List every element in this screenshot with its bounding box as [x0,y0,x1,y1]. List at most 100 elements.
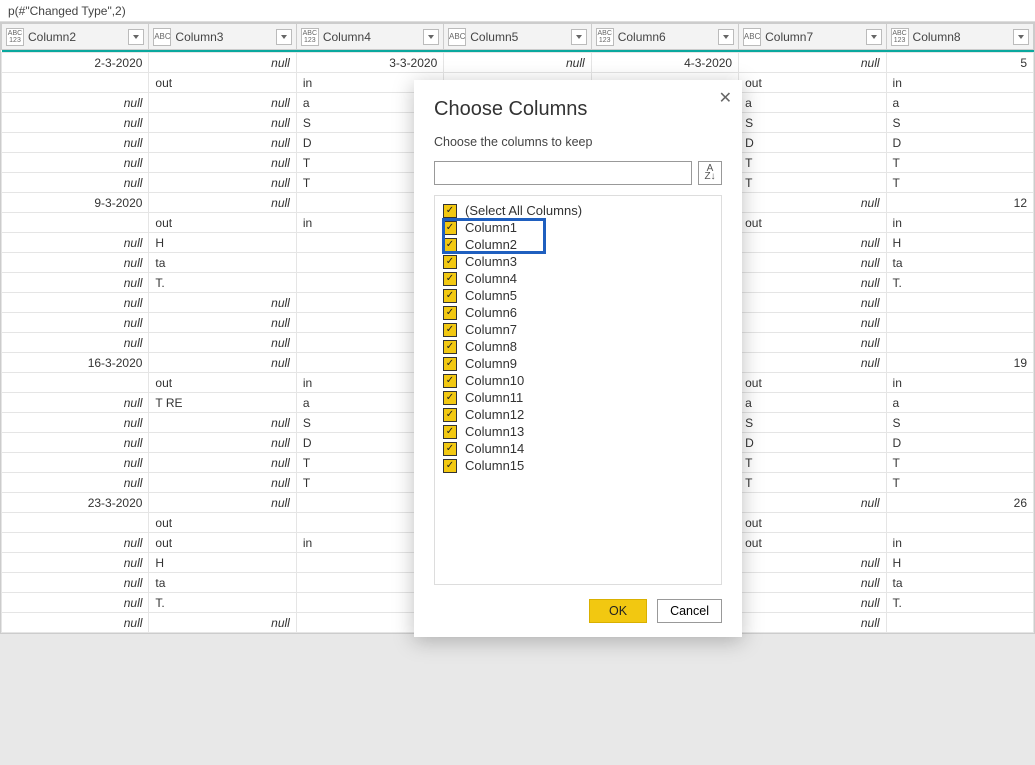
table-cell[interactable]: null [2,433,149,453]
table-cell[interactable]: null [739,313,886,333]
table-cell[interactable]: null [149,153,296,173]
table-cell[interactable]: null [739,573,886,593]
table-cell[interactable] [886,613,1033,633]
table-row[interactable]: 2-3-2020null3-3-2020null4-3-2020null5 [2,53,1034,73]
table-cell[interactable]: out [149,373,296,393]
table-cell[interactable]: null [2,553,149,573]
checkbox-checked-icon[interactable] [443,459,457,473]
table-cell[interactable]: H [886,553,1033,573]
table-cell[interactable]: null [739,613,886,633]
table-cell[interactable]: D [739,433,886,453]
table-cell[interactable]: out [739,73,886,93]
column-list[interactable]: (Select All Columns) Column1Column2Colum… [434,195,722,585]
column-item[interactable]: Column10 [443,372,713,389]
text-type-icon[interactable]: ABC [448,28,466,46]
search-input[interactable] [434,161,692,185]
table-cell[interactable]: null [2,533,149,553]
table-cell[interactable]: S [886,413,1033,433]
table-cell[interactable]: T. [149,273,296,293]
any-type-icon[interactable]: ABC123 [301,28,319,46]
table-cell[interactable]: 23-3-2020 [2,493,149,513]
column-header[interactable]: ABCColumn7 [739,24,886,50]
table-cell[interactable]: null [2,453,149,473]
any-type-icon[interactable]: ABC123 [891,28,909,46]
table-cell[interactable]: T [886,453,1033,473]
column-header[interactable]: ABCColumn3 [149,24,296,50]
column-item[interactable]: Column12 [443,406,713,423]
table-cell[interactable]: null [149,473,296,493]
table-cell[interactable]: S [739,413,886,433]
table-cell[interactable]: null [739,253,886,273]
table-cell[interactable]: null [149,53,296,73]
checkbox-checked-icon[interactable] [443,289,457,303]
table-cell[interactable]: out [739,213,886,233]
table-cell[interactable]: null [2,253,149,273]
table-cell[interactable]: 19 [886,353,1033,373]
column-item[interactable]: Column6 [443,304,713,321]
column-header[interactable]: ABC123Column8 [886,24,1033,50]
table-cell[interactable]: in [886,213,1033,233]
table-cell[interactable]: null [149,413,296,433]
table-cell[interactable]: D [739,133,886,153]
cancel-button[interactable]: Cancel [657,599,722,623]
table-cell[interactable]: T. [149,593,296,613]
table-cell[interactable]: null [739,333,886,353]
table-cell[interactable]: in [886,533,1033,553]
table-cell[interactable]: out [149,213,296,233]
table-cell[interactable]: T [739,453,886,473]
ok-button[interactable]: OK [589,599,647,623]
column-item[interactable]: Column15 [443,457,713,474]
checkbox-checked-icon[interactable] [443,323,457,337]
table-cell[interactable]: null [739,273,886,293]
table-cell[interactable]: 4-3-2020 [591,53,738,73]
checkbox-checked-icon[interactable] [443,238,457,252]
table-cell[interactable]: ta [886,253,1033,273]
column-filter-dropdown[interactable] [571,29,587,45]
checkbox-checked-icon[interactable] [443,306,457,320]
table-cell[interactable]: null [149,453,296,473]
checkbox-checked-icon[interactable] [443,340,457,354]
table-cell[interactable]: null [149,353,296,373]
table-cell[interactable]: null [739,553,886,573]
table-cell[interactable]: T [886,473,1033,493]
formula-bar[interactable]: p(#"Changed Type",2) [0,0,1035,22]
table-cell[interactable]: null [2,593,149,613]
any-type-icon[interactable]: ABC123 [596,28,614,46]
table-cell[interactable]: ta [149,253,296,273]
table-cell[interactable]: 16-3-2020 [2,353,149,373]
table-cell[interactable]: D [886,133,1033,153]
table-cell[interactable]: null [739,293,886,313]
table-cell[interactable]: S [886,113,1033,133]
column-filter-dropdown[interactable] [718,29,734,45]
table-cell[interactable]: null [149,133,296,153]
table-cell[interactable]: T [886,173,1033,193]
column-item[interactable]: Column8 [443,338,713,355]
column-filter-dropdown[interactable] [1013,29,1029,45]
table-cell[interactable] [886,513,1033,533]
column-filter-dropdown[interactable] [423,29,439,45]
table-cell[interactable]: null [149,613,296,633]
table-cell[interactable] [2,373,149,393]
table-cell[interactable]: T [739,153,886,173]
table-cell[interactable]: in [886,373,1033,393]
table-cell[interactable]: null [149,333,296,353]
table-cell[interactable]: a [739,93,886,113]
table-cell[interactable]: null [2,613,149,633]
select-all-row[interactable]: (Select All Columns) [443,202,713,219]
table-cell[interactable]: null [2,133,149,153]
text-type-icon[interactable]: ABC [743,28,761,46]
table-cell[interactable]: out [739,373,886,393]
checkbox-checked-icon[interactable] [443,391,457,405]
table-cell[interactable]: T. [886,593,1033,613]
sort-az-button[interactable]: AZ↓ [698,161,722,185]
checkbox-checked-icon[interactable] [443,374,457,388]
table-cell[interactable]: null [149,293,296,313]
table-cell[interactable]: null [149,193,296,213]
table-cell[interactable]: T [739,173,886,193]
table-cell[interactable]: 3-3-2020 [296,53,443,73]
table-cell[interactable]: T RE [149,393,296,413]
table-cell[interactable]: D [886,433,1033,453]
column-filter-dropdown[interactable] [866,29,882,45]
column-item[interactable]: Column11 [443,389,713,406]
table-cell[interactable]: 9-3-2020 [2,193,149,213]
